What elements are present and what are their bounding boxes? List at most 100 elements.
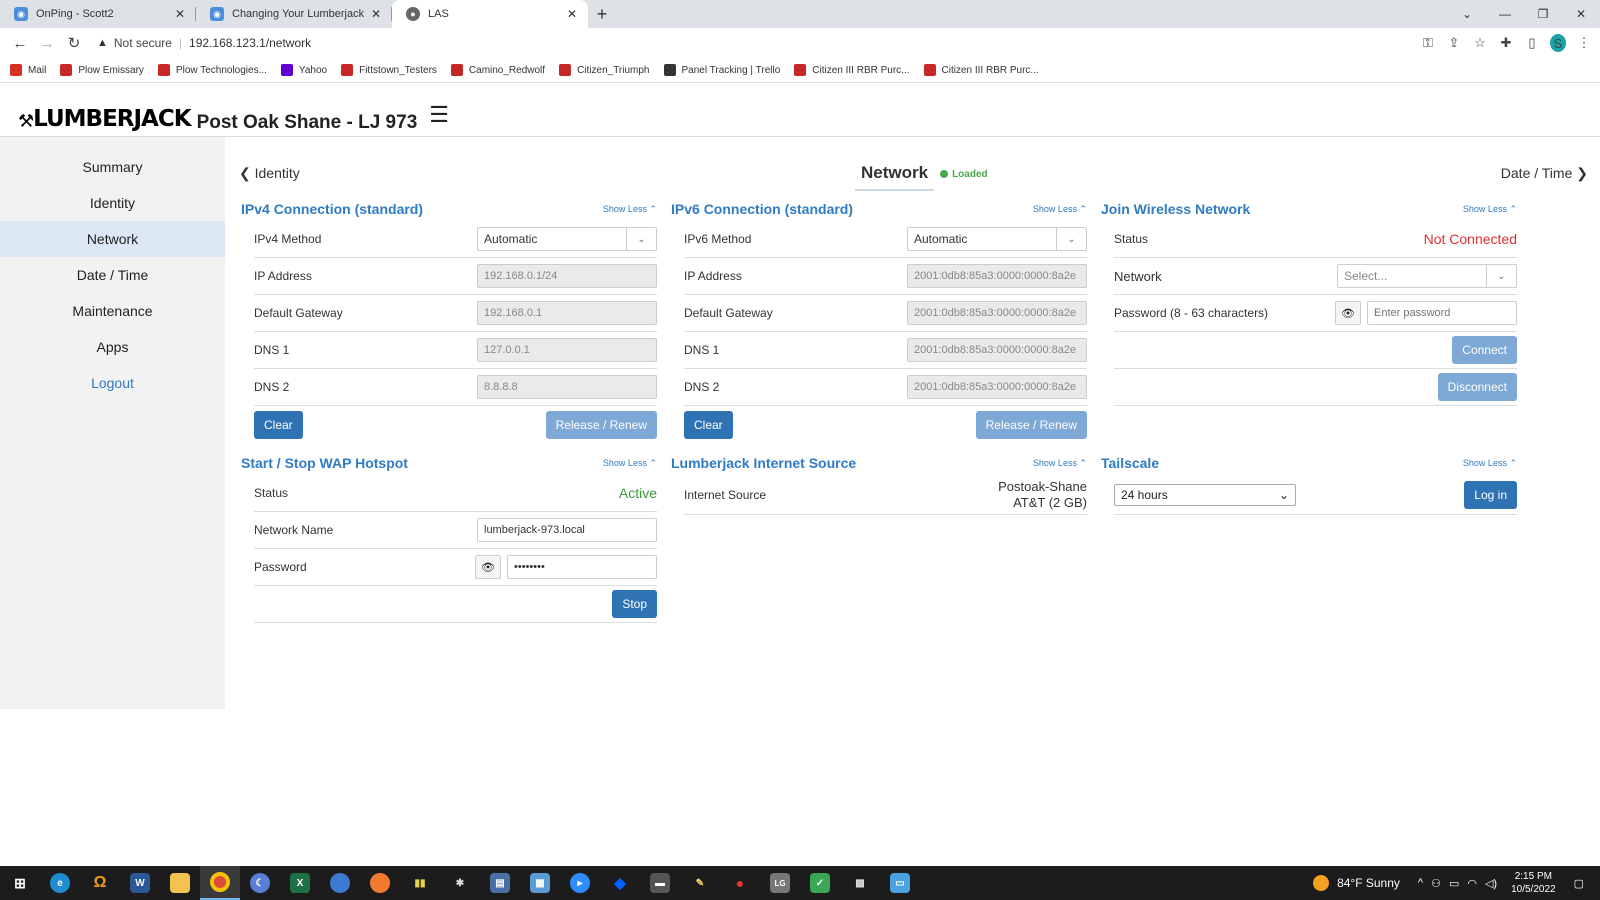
- taskbar-app-red[interactable]: ●: [720, 866, 760, 900]
- people-icon[interactable]: ⚇: [1431, 877, 1441, 890]
- ipv4-dns1-field[interactable]: [477, 338, 657, 362]
- bookmark-item[interactable]: Plow Emissary: [60, 64, 144, 76]
- eye-icon[interactable]: 👁: [475, 555, 501, 579]
- close-icon[interactable]: ✕: [564, 7, 580, 21]
- tailscale-duration-select[interactable]: 24 hours ⌄: [1114, 483, 1296, 506]
- star-icon[interactable]: ☆: [1472, 35, 1488, 51]
- ipv4-ip-field[interactable]: [477, 264, 657, 288]
- sidebar-item-identity[interactable]: Identity: [0, 185, 225, 221]
- sidebar-item-network[interactable]: Network: [0, 221, 225, 257]
- taskbar-app-tool[interactable]: ✱: [440, 866, 480, 900]
- browser-tab-changing-network[interactable]: ◉ Changing Your Lumberjack Netw ✕: [196, 0, 392, 28]
- chevron-up-icon[interactable]: ^: [1418, 877, 1423, 889]
- taskbar-app-dropbox[interactable]: ◆: [600, 866, 640, 900]
- bookmark-item[interactable]: Fittstown_Testers: [341, 64, 437, 76]
- taskbar-app-edge[interactable]: e: [40, 866, 80, 900]
- bookmark-item[interactable]: Citizen_Triumph: [559, 64, 650, 76]
- bookmark-item[interactable]: Camino_Redwolf: [450, 64, 545, 76]
- ipv4-clear-button[interactable]: Clear: [254, 410, 303, 439]
- restore-icon[interactable]: ❐: [1524, 0, 1562, 28]
- hamburger-menu-icon[interactable]: ☰: [429, 102, 449, 128]
- taskbar-app-word[interactable]: W: [120, 866, 160, 900]
- taskbar-app-calculator[interactable]: ▦: [520, 866, 560, 900]
- taskbar-app-chrome[interactable]: [200, 866, 240, 900]
- sidebar-item-summary[interactable]: Summary: [0, 149, 225, 185]
- bookmark-item[interactable]: Yahoo: [280, 64, 327, 76]
- volume-icon[interactable]: ◁): [1485, 877, 1497, 890]
- taskbar-app-doc[interactable]: ▤: [480, 866, 520, 900]
- bookmark-item[interactable]: Citizen III RBR Purc...: [794, 64, 910, 76]
- forward-icon[interactable]: →: [35, 31, 59, 55]
- disconnect-button[interactable]: Disconnect: [1437, 373, 1517, 401]
- weather-widget[interactable]: 84°F Sunny: [1313, 875, 1400, 891]
- taskbar-app-green[interactable]: ✓: [800, 866, 840, 900]
- sidebar-item-maintenance[interactable]: Maintenance: [0, 293, 225, 329]
- tailscale-login-button[interactable]: Log in: [1464, 480, 1517, 509]
- prev-page-link[interactable]: ❮ Identity: [239, 165, 300, 182]
- close-icon[interactable]: ✕: [368, 7, 384, 21]
- window-close-icon[interactable]: ✕: [1562, 0, 1600, 28]
- lumberjack-logo[interactable]: ⚒ LUMBERJACK: [18, 106, 192, 132]
- show-less-link[interactable]: Show Less ⌃: [1463, 204, 1517, 215]
- bookmark-item[interactable]: Citizen III RBR Purc...: [923, 64, 1039, 76]
- ipv6-release-renew-button[interactable]: Release / Renew: [975, 410, 1087, 439]
- ipv4-method-select[interactable]: Automatic ⌄: [477, 227, 657, 251]
- close-icon[interactable]: ✕: [172, 7, 188, 21]
- ipv4-dns2-field[interactable]: [477, 375, 657, 399]
- show-less-link[interactable]: Show Less ⌃: [603, 204, 657, 215]
- taskbar-app-zoom[interactable]: ▸: [560, 866, 600, 900]
- connect-button[interactable]: Connect: [1452, 336, 1517, 364]
- notifications-icon[interactable]: ▢: [1574, 877, 1584, 890]
- wap-network-name-input[interactable]: [477, 518, 657, 542]
- eye-icon[interactable]: 👁: [1335, 301, 1361, 325]
- url-text[interactable]: 192.168.123.1/network: [189, 36, 311, 50]
- start-button[interactable]: ⊞: [0, 866, 40, 900]
- ipv4-release-renew-button[interactable]: Release / Renew: [545, 410, 657, 439]
- stop-button[interactable]: Stop: [612, 590, 657, 618]
- taskbar-app-headset[interactable]: Ω: [80, 866, 120, 900]
- browser-tab-onping[interactable]: ◉ OnPing - Scott2 ✕: [0, 0, 196, 28]
- taskbar-app-grid[interactable]: ▩: [840, 866, 880, 900]
- wap-password-input[interactable]: [507, 555, 657, 579]
- extensions-icon[interactable]: ✚: [1498, 35, 1514, 51]
- sidepanel-icon[interactable]: ▯: [1524, 35, 1540, 51]
- menu-dots-icon[interactable]: ⋮: [1576, 35, 1592, 51]
- ipv6-clear-button[interactable]: Clear: [684, 410, 733, 439]
- key-icon[interactable]: ⚿: [1420, 35, 1436, 51]
- ipv6-method-select[interactable]: Automatic ⌄: [907, 227, 1087, 251]
- ipv6-dns2-field[interactable]: [907, 375, 1087, 399]
- show-less-link[interactable]: Show Less ⌃: [1033, 204, 1087, 215]
- tab-search-icon[interactable]: ⌄: [1448, 0, 1486, 28]
- taskbar-app-chart[interactable]: ▮▮: [400, 866, 440, 900]
- taskbar-app-draw[interactable]: [360, 866, 400, 900]
- reload-icon[interactable]: ↻: [62, 31, 86, 55]
- share-icon[interactable]: ⇪: [1446, 35, 1462, 51]
- taskbar-app-explorer[interactable]: [160, 866, 200, 900]
- show-less-link[interactable]: Show Less ⌃: [1463, 458, 1517, 469]
- taskbar-app-excel[interactable]: X: [280, 866, 320, 900]
- taskbar-app-logo[interactable]: LG: [760, 866, 800, 900]
- next-page-link[interactable]: Date / Time ❯: [1501, 165, 1588, 182]
- bookmark-item[interactable]: Mail: [10, 64, 46, 76]
- ipv4-gateway-field[interactable]: [477, 301, 657, 325]
- taskbar-app-globe[interactable]: [320, 866, 360, 900]
- wifi-icon[interactable]: ◠: [1467, 877, 1477, 890]
- wireless-network-select[interactable]: Select... ⌄: [1337, 264, 1517, 288]
- sidebar-item-apps[interactable]: Apps: [0, 329, 225, 365]
- sidebar-item-date-time[interactable]: Date / Time: [0, 257, 225, 293]
- show-less-link[interactable]: Show Less ⌃: [603, 458, 657, 469]
- profile-avatar[interactable]: S: [1550, 34, 1566, 52]
- show-less-link[interactable]: Show Less ⌃: [1033, 458, 1087, 469]
- bookmark-item[interactable]: Panel Tracking | Trello: [663, 64, 780, 76]
- ipv6-dns1-field[interactable]: [907, 338, 1087, 362]
- taskbar-app-pen[interactable]: ✎: [680, 866, 720, 900]
- battery-icon[interactable]: ▭: [1449, 877, 1459, 890]
- sidebar-item-logout[interactable]: Logout: [0, 365, 225, 401]
- address-bar[interactable]: ▲ Not secure | 192.168.123.1/network: [97, 31, 1412, 55]
- minimize-icon[interactable]: —: [1486, 0, 1524, 28]
- clock[interactable]: 2:15 PM 10/5/2022: [1511, 870, 1556, 896]
- taskbar-app-remote[interactable]: ▭: [880, 866, 920, 900]
- wireless-password-input[interactable]: [1367, 301, 1517, 325]
- ipv6-ip-field[interactable]: [907, 264, 1087, 288]
- taskbar-app-device[interactable]: ▬: [640, 866, 680, 900]
